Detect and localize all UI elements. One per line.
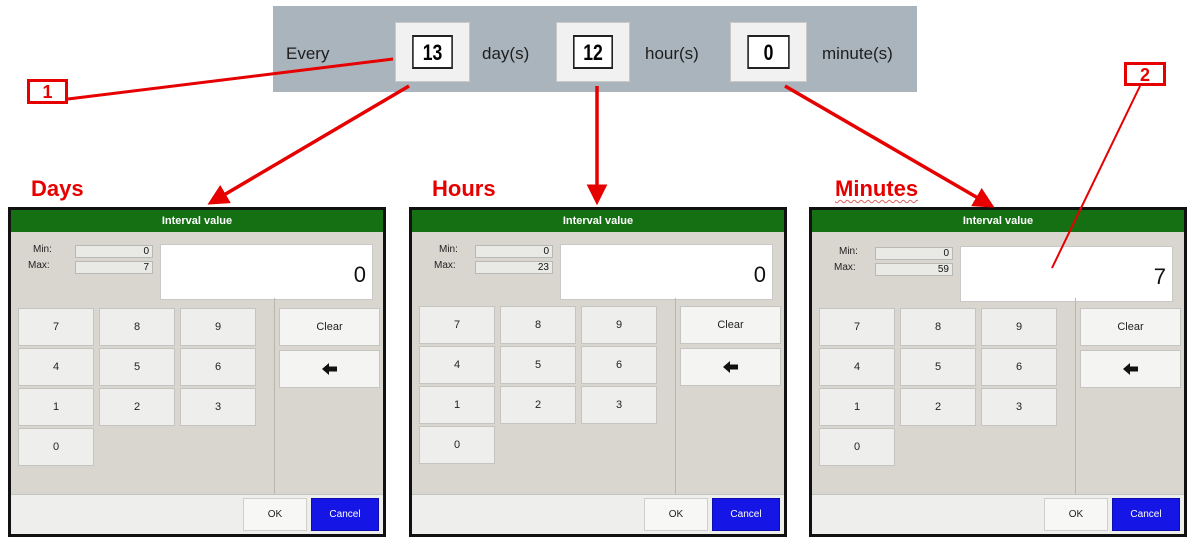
hours-unit-label: hour(s) [645, 44, 699, 63]
backspace-button[interactable] [1080, 350, 1181, 388]
hours-field[interactable]: 12 [573, 35, 613, 69]
hours-field-container: 12 [556, 22, 630, 82]
hours-interval-dialog: Interval value Min: 0 Max: 23 0 7 8 9 4 … [409, 207, 787, 537]
max-label: Max: [434, 260, 456, 271]
key-6[interactable]: 6 [981, 348, 1057, 386]
key-8[interactable]: 8 [99, 308, 175, 346]
key-4[interactable]: 4 [419, 346, 495, 384]
key-0[interactable]: 0 [419, 426, 495, 464]
key-2[interactable]: 2 [99, 388, 175, 426]
arrow-left-icon [1122, 363, 1138, 376]
dialog-title: Interval value [11, 210, 383, 232]
every-label: Every [286, 44, 330, 63]
max-label: Max: [834, 262, 856, 273]
key-9[interactable]: 9 [981, 308, 1057, 346]
max-value: 7 [75, 261, 153, 274]
days-field[interactable]: 13 [412, 35, 453, 69]
key-9[interactable]: 9 [581, 306, 657, 344]
key-4[interactable]: 4 [819, 348, 895, 386]
numeric-keypad: 7 8 9 4 5 6 1 2 3 0 [11, 298, 269, 498]
action-panel: Clear [1075, 298, 1184, 498]
key-5[interactable]: 5 [900, 348, 976, 386]
max-value: 59 [875, 263, 953, 276]
key-2[interactable]: 2 [500, 386, 576, 424]
key-1[interactable]: 1 [419, 386, 495, 424]
days-interval-dialog: Interval value Min: 0 Max: 7 0 7 8 9 4 5… [8, 207, 386, 537]
cancel-button[interactable]: Cancel [1112, 498, 1180, 531]
ok-button[interactable]: OK [243, 498, 307, 531]
hours-heading: Hours [432, 176, 496, 201]
backspace-button[interactable] [680, 348, 781, 386]
interval-bar: Every 13 day(s) 12 hour(s) 0 minute(s) [273, 6, 917, 92]
key-8[interactable]: 8 [900, 308, 976, 346]
min-label: Min: [33, 244, 52, 255]
key-4[interactable]: 4 [18, 348, 94, 386]
clear-button[interactable]: Clear [680, 306, 781, 344]
key-6[interactable]: 6 [180, 348, 256, 386]
minutes-field[interactable]: 0 [747, 35, 790, 69]
minutes-unit-label: minute(s) [822, 44, 893, 63]
min-label: Min: [839, 246, 858, 257]
ok-button[interactable]: OK [1044, 498, 1108, 531]
key-0[interactable]: 0 [819, 428, 895, 466]
days-arrow [207, 84, 410, 205]
dialog-title: Interval value [812, 210, 1184, 232]
days-field-container: 13 [395, 22, 470, 82]
dialog-title: Interval value [412, 210, 784, 232]
key-7[interactable]: 7 [819, 308, 895, 346]
max-value: 23 [475, 261, 553, 274]
annotation-marker-1: 1 [27, 79, 68, 104]
key-0[interactable]: 0 [18, 428, 94, 466]
days-unit-label: day(s) [482, 44, 530, 63]
key-3[interactable]: 3 [981, 388, 1057, 426]
key-9[interactable]: 9 [180, 308, 256, 346]
clear-button[interactable]: Clear [279, 308, 380, 346]
minutes-interval-dialog: Interval value Min: 0 Max: 59 7 7 8 9 4 … [809, 207, 1187, 537]
backspace-button[interactable] [279, 350, 380, 388]
min-label: Min: [439, 244, 458, 255]
cancel-button[interactable]: Cancel [712, 498, 780, 531]
action-panel: Clear [274, 298, 383, 498]
numeric-keypad: 7 8 9 4 5 6 1 2 3 0 [412, 298, 670, 498]
minutes-field-container: 0 [730, 22, 807, 82]
key-5[interactable]: 5 [99, 348, 175, 386]
minutes-heading-text: Minutes [835, 176, 919, 201]
minutes-heading: Minutes [835, 176, 918, 202]
clear-button[interactable]: Clear [1080, 308, 1181, 346]
action-panel: Clear [675, 298, 784, 498]
arrow-left-icon [722, 361, 738, 374]
ok-button[interactable]: OK [644, 498, 708, 531]
min-value: 0 [475, 245, 553, 258]
days-heading: Days [31, 176, 84, 201]
key-5[interactable]: 5 [500, 346, 576, 384]
key-1[interactable]: 1 [819, 388, 895, 426]
dialog-footer: OK Cancel [812, 494, 1184, 534]
numeric-keypad: 7 8 9 4 5 6 1 2 3 0 [812, 298, 1070, 498]
key-6[interactable]: 6 [581, 346, 657, 384]
key-7[interactable]: 7 [18, 308, 94, 346]
min-value: 0 [75, 245, 153, 258]
min-value: 0 [875, 247, 953, 260]
value-display[interactable]: 7 [960, 246, 1173, 302]
key-8[interactable]: 8 [500, 306, 576, 344]
key-7[interactable]: 7 [419, 306, 495, 344]
value-display[interactable]: 0 [560, 244, 773, 300]
value-display[interactable]: 0 [160, 244, 373, 300]
max-label: Max: [28, 260, 50, 271]
dialog-footer: OK Cancel [412, 494, 784, 534]
arrow-left-icon [321, 363, 337, 376]
annotation-marker-2: 2 [1124, 62, 1166, 86]
key-2[interactable]: 2 [900, 388, 976, 426]
dialog-footer: OK Cancel [11, 494, 383, 534]
key-1[interactable]: 1 [18, 388, 94, 426]
cancel-button[interactable]: Cancel [311, 498, 379, 531]
key-3[interactable]: 3 [180, 388, 256, 426]
key-3[interactable]: 3 [581, 386, 657, 424]
